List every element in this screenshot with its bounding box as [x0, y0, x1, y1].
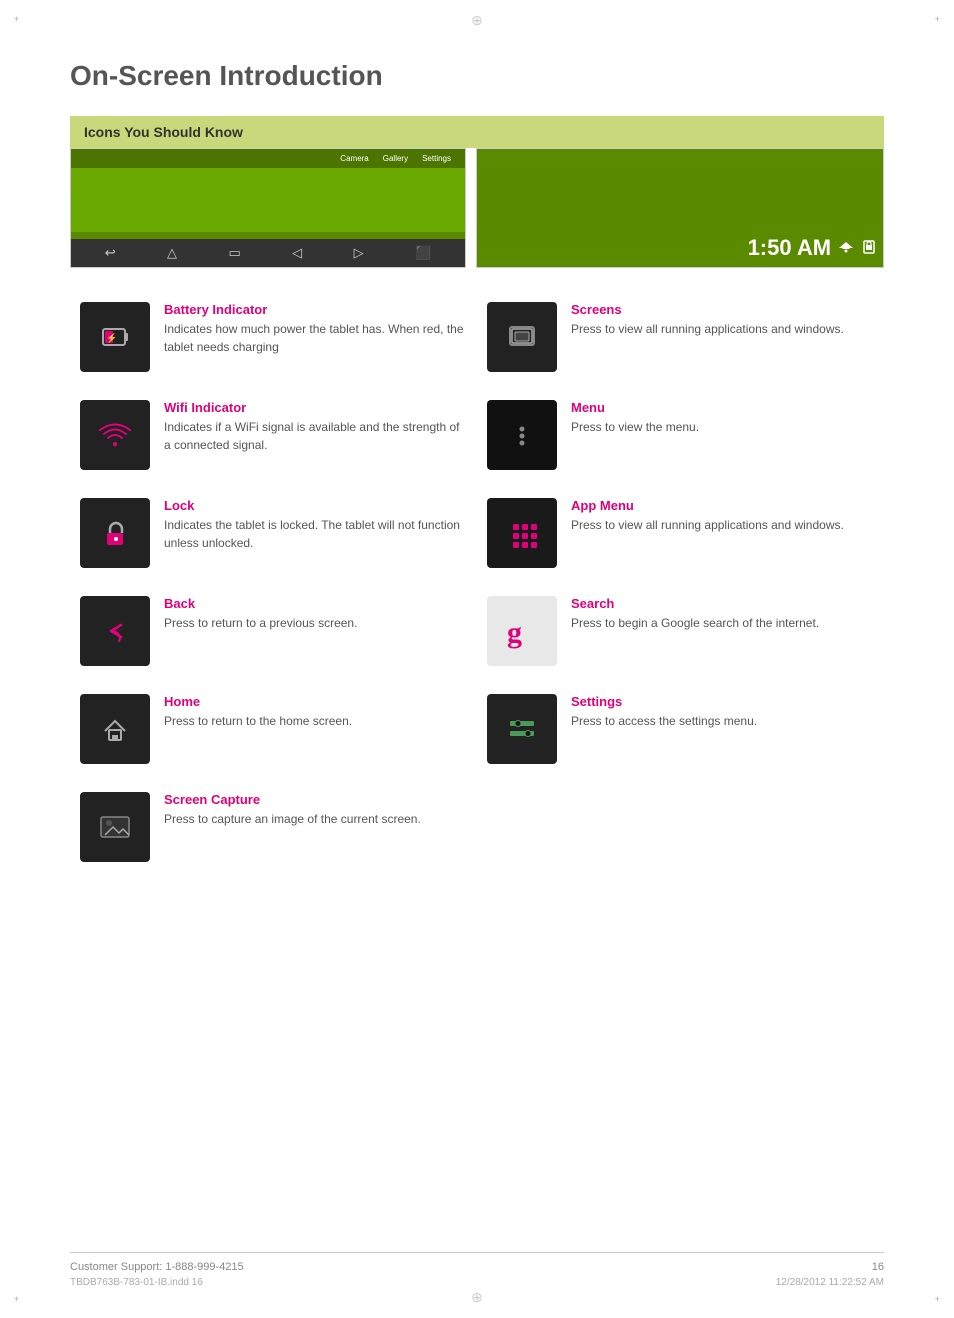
time-display: 1:50 AM: [748, 235, 877, 261]
icon-item-appmenu: App Menu Press to view all running appli…: [477, 484, 884, 582]
screens-label: Screens: [571, 302, 844, 317]
status-icons: [837, 240, 877, 257]
svg-text:g: g: [507, 616, 522, 649]
appmenu-icon-thumb: [487, 498, 557, 568]
vol-down-icon: ◁: [292, 245, 302, 261]
battery-info: Battery Indicator Indicates how much pow…: [164, 302, 467, 356]
icon-item-battery: ⚡ Battery Indicator Indicates how much p…: [70, 288, 477, 386]
icon-item-wifi: Wifi Indicator Indicates if a WiFi signa…: [70, 386, 477, 484]
back-icon-thumb: [80, 596, 150, 666]
home-desc: Press to return to the home screen.: [164, 712, 352, 730]
screencapture-label: Screen Capture: [164, 792, 421, 807]
back-info: Back Press to return to a previous scree…: [164, 596, 357, 632]
device-screen-left: Camera Gallery Settings ↩ △ ▭ ◁ ▷ ⬛: [70, 148, 466, 268]
recent-btn-icon: ▭: [228, 245, 240, 261]
icon-item-lock: Lock Indicates the tablet is locked. The…: [70, 484, 477, 582]
screens-info: Screens Press to view all running applic…: [571, 302, 844, 338]
home-btn-icon: △: [167, 245, 177, 261]
vol-up-icon: ▷: [354, 245, 364, 261]
icon-item-back: Back Press to return to a previous scree…: [70, 582, 477, 680]
corner-mark-tr: +: [935, 14, 940, 24]
battery-icon-thumb: ⚡: [80, 302, 150, 372]
meta-right: 12/28/2012 11:22:52 AM: [776, 1277, 884, 1288]
search-info: Search Press to begin a Google search of…: [571, 596, 819, 632]
appmenu-desc: Press to view all running applications a…: [571, 516, 844, 534]
tabs-bar: Camera Gallery Settings: [71, 149, 465, 168]
device-screen-right: 1:50 AM: [476, 148, 884, 268]
icon-item-menu: Menu Press to view the menu.: [477, 386, 884, 484]
tab-gallery: Gallery: [377, 153, 414, 164]
menu-info: Menu Press to view the menu.: [571, 400, 699, 436]
screens-icon-thumb: [487, 302, 557, 372]
back-btn-icon: ↩: [105, 245, 116, 261]
corner-mark-bl: +: [14, 1294, 19, 1304]
icon-item-home: Home Press to return to the home screen.: [70, 680, 477, 778]
wifi-info: Wifi Indicator Indicates if a WiFi signa…: [164, 400, 467, 454]
section-header: Icons You Should Know: [70, 116, 884, 148]
menu-label: Menu: [571, 400, 699, 415]
lock-label: Lock: [164, 498, 467, 513]
tab-camera: Camera: [334, 153, 374, 164]
search-icon-thumb: g: [487, 596, 557, 666]
settings-info: Settings Press to access the settings me…: [571, 694, 757, 730]
icon-item-empty: [477, 778, 884, 876]
footer-left: Customer Support: 1-888-999-4215 TBDB763…: [70, 1261, 244, 1288]
icon-item-screens: Screens Press to view all running applic…: [477, 288, 884, 386]
svg-text:⚡: ⚡: [106, 332, 117, 344]
corner-mark-br: +: [935, 1294, 940, 1304]
settings-icon-thumb: [487, 694, 557, 764]
screencapture-desc: Press to capture an image of the current…: [164, 810, 421, 828]
appmenu-label: App Menu: [571, 498, 844, 513]
icon-item-screencapture: Screen Capture Press to capture an image…: [70, 778, 477, 876]
lock-desc: Indicates the tablet is locked. The tabl…: [164, 516, 467, 552]
icon-item-search: g Search Press to begin a Google search …: [477, 582, 884, 680]
home-info: Home Press to return to the home screen.: [164, 694, 352, 730]
tab-settings: Settings: [416, 153, 457, 164]
lock-icon-thumb: [80, 498, 150, 568]
battery-label: Battery Indicator: [164, 302, 467, 317]
bottom-nav-bar: ↩ △ ▭ ◁ ▷ ⬛: [71, 239, 465, 267]
battery-desc: Indicates how much power the tablet has.…: [164, 320, 467, 356]
meta-left: TBDB763B-783-01-IB.indd 16: [70, 1277, 244, 1288]
footer: Customer Support: 1-888-999-4215 TBDB763…: [70, 1252, 884, 1288]
top-center-mark: ⊕: [471, 12, 483, 29]
back-label: Back: [164, 596, 357, 611]
settings-label: Settings: [571, 694, 757, 709]
search-label: Search: [571, 596, 819, 611]
wifi-icon-thumb: [80, 400, 150, 470]
screencapture-icon-thumb: [80, 792, 150, 862]
wifi-label: Wifi Indicator: [164, 400, 467, 415]
appmenu-info: App Menu Press to view all running appli…: [571, 498, 844, 534]
time-text: 1:50 AM: [748, 235, 832, 261]
screencapture-info: Screen Capture Press to capture an image…: [164, 792, 421, 828]
screens-desc: Press to view all running applications a…: [571, 320, 844, 338]
corner-mark-tl: +: [14, 14, 19, 24]
icon-item-settings: Settings Press to access the settings me…: [477, 680, 884, 778]
search-desc: Press to begin a Google search of the in…: [571, 614, 819, 632]
settings-desc: Press to access the settings menu.: [571, 712, 757, 730]
camera-btn-icon: ⬛: [415, 245, 431, 261]
menu-desc: Press to view the menu.: [571, 418, 699, 436]
home-icon-thumb: [80, 694, 150, 764]
wifi-desc: Indicates if a WiFi signal is available …: [164, 418, 467, 454]
home-label: Home: [164, 694, 352, 709]
back-desc: Press to return to a previous screen.: [164, 614, 357, 632]
device-screenshots: Camera Gallery Settings ↩ △ ▭ ◁ ▷ ⬛ 1:50…: [70, 148, 884, 268]
bottom-center-mark: ⊕: [471, 1289, 483, 1306]
lock-info: Lock Indicates the tablet is locked. The…: [164, 498, 467, 552]
page-title: On-Screen Introduction: [70, 60, 884, 92]
page-content: On-Screen Introduction Icons You Should …: [0, 0, 954, 916]
support-text: Customer Support: 1-888-999-4215: [70, 1261, 244, 1273]
menu-icon-thumb: [487, 400, 557, 470]
footer-right: 16 12/28/2012 11:22:52 AM: [776, 1261, 884, 1288]
icons-grid: ⚡ Battery Indicator Indicates how much p…: [70, 288, 884, 876]
page-number: 16: [776, 1261, 884, 1273]
